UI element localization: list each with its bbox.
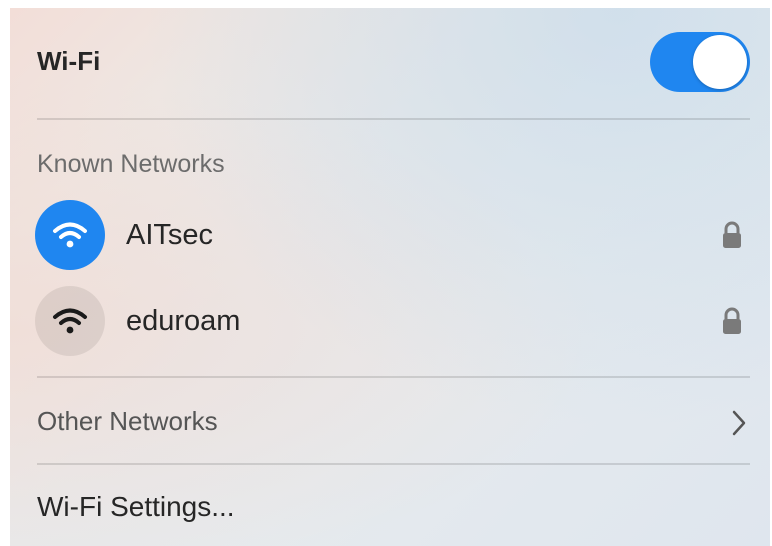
network-item-eduroam[interactable]: eduroam [10,282,770,362]
wifi-toggle[interactable] [650,32,750,92]
wifi-icon [35,200,105,270]
divider [37,376,750,378]
chevron-right-icon [730,408,748,438]
wifi-settings-row[interactable]: Wi-Fi Settings... [10,470,770,540]
network-name: AITsec [126,219,214,251]
network-item-aitsec[interactable]: AITsec [10,196,770,276]
wifi-menu-panel: Wi-Fi Known Networks AITsec eduroam Othe… [10,8,770,546]
screenshot-frame: Wi-Fi Known Networks AITsec eduroam Othe… [0,0,772,546]
other-networks-label: Other Networks [37,406,218,436]
wifi-settings-label: Wi-Fi Settings... [37,491,235,522]
toggle-knob [693,35,747,89]
lock-icon [721,220,743,250]
lock-icon [721,306,743,336]
divider [37,118,750,120]
other-networks-row[interactable]: Other Networks [10,388,770,458]
wifi-icon [35,286,105,356]
wifi-title: Wi-Fi [37,46,101,76]
known-networks-label: Known Networks [37,150,225,178]
network-name: eduroam [126,305,241,337]
divider [37,463,750,465]
